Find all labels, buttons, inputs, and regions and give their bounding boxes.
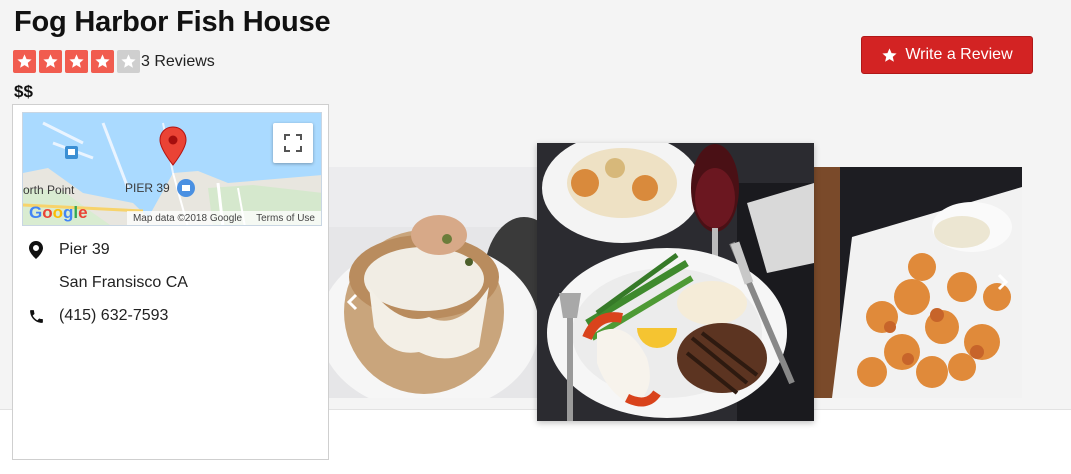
photo-surf-and-turf[interactable] (537, 143, 814, 421)
star-icon (65, 50, 88, 73)
location-map[interactable]: orth Point PIER 39 Google Map data ©2018… (22, 112, 322, 226)
star-icon (13, 50, 36, 73)
google-logo: Google (29, 203, 88, 222)
rating-row: 3 Reviews (13, 50, 215, 73)
photo-calamari[interactable] (812, 167, 1022, 398)
map-fullscreen-button[interactable] (273, 123, 313, 163)
chevron-right-icon (997, 273, 1009, 291)
price-level: $$ (14, 82, 33, 101)
star-icon (91, 50, 114, 73)
map-terms-link[interactable]: Terms of Use (256, 213, 315, 224)
carousel-next-button[interactable] (992, 267, 1014, 297)
carousel-prev-button[interactable] (341, 287, 363, 317)
star-icon (39, 50, 62, 73)
map-attribution: Map data ©2018 Google Terms of Use (126, 211, 321, 225)
map-label-pier39: PIER 39 (125, 181, 170, 195)
star-empty-icon (117, 50, 140, 73)
phone-icon (27, 307, 45, 325)
star-icon (882, 47, 897, 62)
photo-chowder[interactable] (329, 167, 537, 398)
phone-row[interactable]: (415) 632-7593 (27, 307, 168, 325)
fullscreen-icon (284, 134, 302, 152)
map-data-text: Map data ©2018 Google (132, 212, 243, 224)
write-review-label: Write a Review (905, 46, 1013, 63)
address-row: Pier 39 (27, 241, 110, 259)
map-pin-icon (27, 241, 45, 259)
address-line2: San Fransisco CA (59, 274, 188, 291)
address-line1: Pier 39 (59, 241, 110, 258)
business-info-card: orth Point PIER 39 Google Map data ©2018… (12, 104, 329, 460)
map-label-north-point: orth Point (23, 183, 75, 197)
address-city-row: San Fransisco CA (59, 274, 188, 292)
page-title: Fog Harbor Fish House (14, 6, 331, 38)
review-count-link[interactable]: 3 Reviews (141, 53, 215, 71)
chevron-left-icon (346, 293, 358, 311)
write-review-button[interactable]: Write a Review (861, 36, 1033, 74)
phone-number[interactable]: (415) 632-7593 (59, 307, 168, 325)
